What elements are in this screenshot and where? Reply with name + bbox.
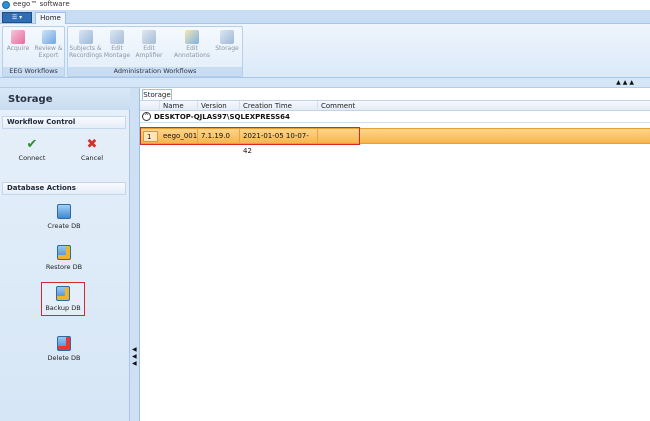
group-row-server[interactable]: ^ DESKTOP-QJLAS97\SQLEXPRESS64 xyxy=(140,111,650,123)
create-db-label: Create DB xyxy=(47,222,81,230)
window-title: eego™ software xyxy=(13,0,70,8)
cancel-label: Cancel xyxy=(80,154,104,162)
ribbon-collapse-strip: ▲▲▲ xyxy=(0,78,650,88)
montage-icon xyxy=(110,30,124,44)
cancel-button[interactable]: ✖ Cancel xyxy=(72,138,112,168)
backup-db-button[interactable]: Backup DB xyxy=(41,282,85,316)
create-database-icon xyxy=(57,204,71,219)
group-server-name: DESKTOP-QJLAS97\SQLEXPRESS64 xyxy=(154,113,290,121)
restore-database-icon xyxy=(57,245,71,260)
content-area: Storage Name Version Creation Time Comme… xyxy=(140,88,650,421)
ribbon-group-administration-workflows: Subjects & Recordings Edit Montage Edit … xyxy=(67,26,243,77)
row-highlight-frame xyxy=(140,127,360,145)
application-menu-button[interactable]: ☰ ▾ xyxy=(2,12,32,23)
panel-splitter[interactable]: ◀ ◀ ◀ xyxy=(130,88,140,421)
acquire-icon xyxy=(11,30,25,44)
ribbon-tab-strip: ☰ ▾ Home xyxy=(0,10,650,25)
restore-db-label: Restore DB xyxy=(45,263,83,271)
review-export-label: Review & Export xyxy=(34,45,63,59)
edit-amplifier-label: Edit Amplifier xyxy=(135,45,163,59)
database-actions-title: Database Actions xyxy=(2,182,126,195)
storage-button[interactable]: Storage xyxy=(212,28,242,68)
row-indicator-header xyxy=(140,101,160,111)
left-panel: Storage Workflow Control ✔ Connect ✖ Can… xyxy=(0,88,130,421)
edit-annotations-label: Edit Annotations xyxy=(173,45,211,59)
column-header-name[interactable]: Name xyxy=(160,101,198,111)
edit-annotations-button[interactable]: Edit Annotations xyxy=(172,28,212,68)
delete-db-label: Delete DB xyxy=(47,354,81,362)
delete-db-button[interactable]: Delete DB xyxy=(42,333,86,367)
review-export-button[interactable]: Review & Export xyxy=(32,28,65,68)
eeg-workflows-label: EEG Workflows xyxy=(3,67,64,76)
create-db-button[interactable]: Create DB xyxy=(42,201,86,235)
checkmark-icon: ✔ xyxy=(26,137,38,152)
grid-header: Name Version Creation Time Comment xyxy=(140,100,650,111)
edit-amplifier-button[interactable]: Edit Amplifier xyxy=(132,28,166,68)
delete-database-icon xyxy=(57,336,71,351)
restore-db-button[interactable]: Restore DB xyxy=(42,242,86,276)
ribbon: Acquire Review & Export EEG Workflows Su… xyxy=(0,24,650,78)
acquire-button[interactable]: Acquire xyxy=(4,28,32,68)
edit-montage-label: Edit Montage xyxy=(103,45,131,59)
panel-title: Storage xyxy=(8,94,53,105)
annotations-icon xyxy=(185,30,199,44)
backup-database-icon xyxy=(56,286,70,301)
subjects-recordings-label: Subjects & Recordings xyxy=(69,45,103,59)
backup-db-label: Backup DB xyxy=(45,304,81,312)
cancel-x-icon: ✖ xyxy=(86,137,98,152)
panel-header: Storage xyxy=(0,88,130,110)
title-bar: eego™ software xyxy=(0,0,650,10)
administration-workflows-label: Administration Workflows xyxy=(68,67,242,76)
column-header-version[interactable]: Version xyxy=(198,101,240,111)
collapse-panel-icon[interactable]: ◀ ◀ ◀ xyxy=(132,346,137,367)
subjects-icon xyxy=(78,30,93,44)
column-header-creation-time[interactable]: Creation Time xyxy=(240,101,318,111)
workflow-control-title: Workflow Control xyxy=(2,116,126,129)
tab-storage[interactable]: Storage xyxy=(142,89,172,100)
column-header-comment[interactable]: Comment xyxy=(318,101,378,111)
app-logo-icon xyxy=(2,1,10,9)
connect-button[interactable]: ✔ Connect xyxy=(12,138,52,168)
connect-label: Connect xyxy=(18,154,46,162)
edit-montage-button[interactable]: Edit Montage xyxy=(102,28,132,68)
review-icon xyxy=(41,30,56,44)
acquire-label: Acquire xyxy=(6,45,30,52)
amplifier-icon xyxy=(142,30,156,44)
subjects-recordings-button[interactable]: Subjects & Recordings xyxy=(69,28,102,68)
ribbon-group-eeg-workflows: Acquire Review & Export EEG Workflows xyxy=(2,26,65,77)
collapse-group-icon[interactable]: ^ xyxy=(142,112,151,121)
collapse-ribbon-icon[interactable]: ▲▲▲ xyxy=(616,78,636,88)
storage-label: Storage xyxy=(215,45,239,52)
storage-icon xyxy=(220,30,234,44)
